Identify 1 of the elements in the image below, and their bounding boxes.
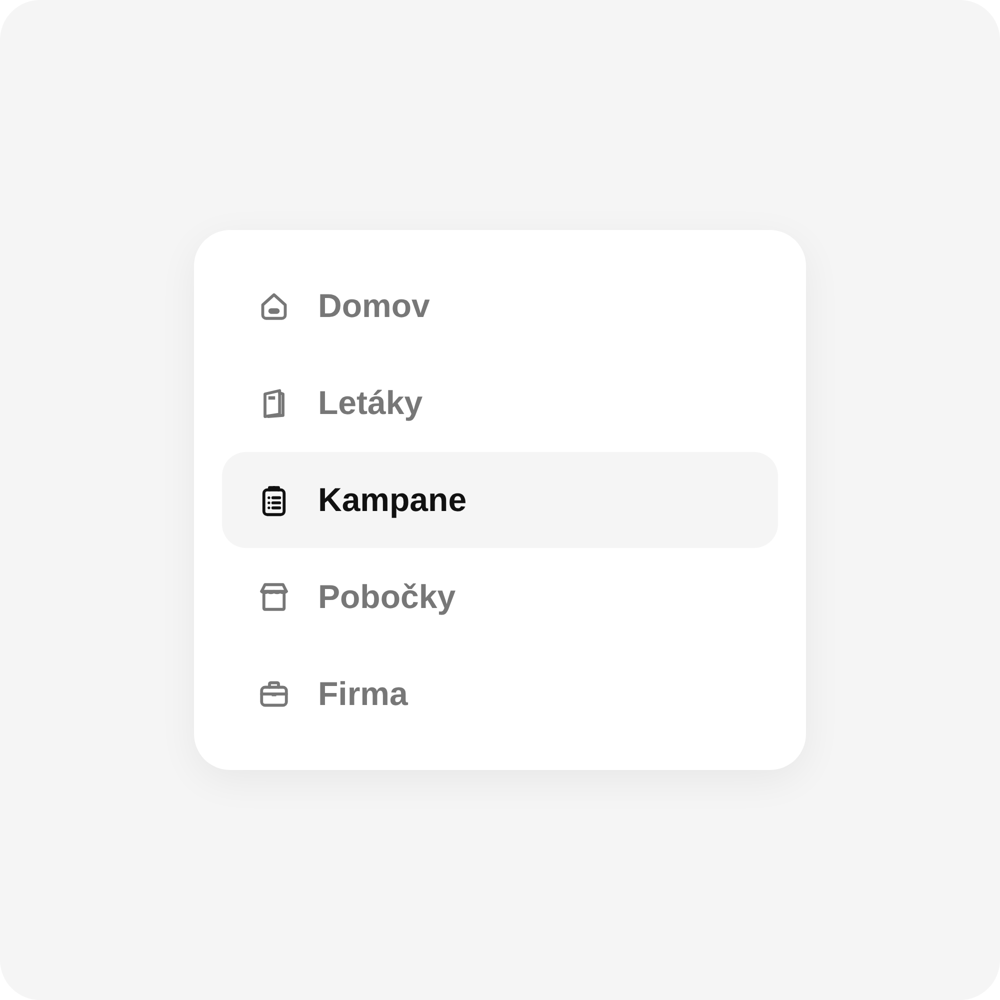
menu-item[interactable]: Kampane — [222, 452, 778, 548]
